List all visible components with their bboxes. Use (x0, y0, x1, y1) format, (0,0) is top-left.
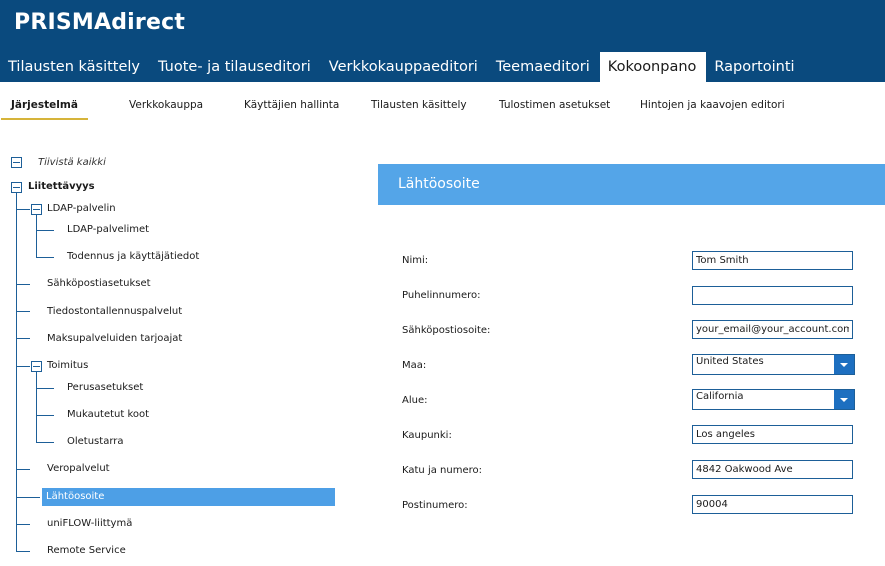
tree-item-file-storage[interactable]: Tiedostontallennuspalvelut (47, 305, 182, 319)
main-nav: Tilausten käsittely Tuote- ja tilausedit… (0, 52, 805, 82)
panel-title: Lähtöosoite (398, 176, 480, 192)
tree-line (36, 371, 37, 443)
region-label: Alue: (402, 395, 428, 406)
tree-item-custom-sizes[interactable]: Mukautetut koot (67, 408, 149, 422)
city-field[interactable] (692, 425, 853, 444)
tree-item-tax-services[interactable]: Veropalvelut (47, 462, 110, 476)
tree-line (36, 214, 37, 258)
street-field[interactable] (692, 460, 853, 479)
tree-line (16, 338, 30, 339)
tree-item-basic-settings[interactable]: Perusasetukset (67, 381, 143, 395)
tab-reporting[interactable]: Raportointi (706, 52, 804, 82)
subtab-order-processing[interactable]: Tilausten käsittely (371, 82, 467, 118)
tree-item-ldap-servers[interactable]: LDAP-palvelimet (67, 223, 149, 237)
phone-label: Puhelinnumero: (402, 290, 481, 301)
phone-field[interactable] (692, 286, 853, 305)
tab-configuration[interactable]: Kokoonpano (599, 52, 707, 82)
app-header: PRISMAdirect Tilausten käsittely Tuote- … (0, 0, 885, 82)
tab-webshop-editor[interactable]: Verkkokauppaeditori (321, 52, 488, 82)
brand-logo: PRISMAdirect (14, 10, 186, 35)
name-label: Nimi: (402, 255, 429, 266)
region-select[interactable]: California (692, 389, 855, 410)
tree-line (36, 230, 54, 231)
postal-label: Postinumero: (402, 500, 468, 511)
country-select[interactable]: United States (692, 354, 855, 375)
country-select-value: United States (696, 356, 764, 367)
tree-item-origin-address[interactable]: Lähtöosoite (46, 490, 104, 504)
email-label: Sähköpostiosoite: (402, 325, 491, 336)
tree-item-payment-providers[interactable]: Maksupalveluiden tarjoajat (47, 332, 182, 346)
tab-theme-editor[interactable]: Teemaeditori (488, 52, 600, 82)
sub-nav: Järjestelmä Verkkokauppa Käyttäjien hall… (0, 82, 885, 120)
tree-line (36, 388, 54, 389)
tab-product-order-editor[interactable]: Tuote- ja tilauseditori (150, 52, 321, 82)
collapse-toimitus-icon[interactable] (31, 361, 42, 372)
postal-field[interactable] (692, 495, 853, 514)
subtab-printer-settings[interactable]: Tulostimen asetukset (499, 82, 610, 118)
settings-tree: Tiivistä kaikki Liitettävyys LDAP-palvel… (0, 150, 345, 566)
tree-item-email-settings[interactable]: Sähköpostiasetukset (47, 277, 151, 291)
tree-line (16, 497, 40, 498)
tree-line (16, 551, 30, 552)
name-field[interactable] (692, 251, 853, 270)
collapse-liitettavyys-icon[interactable] (11, 182, 22, 193)
subtab-system[interactable]: Järjestelmä (1, 82, 88, 120)
tab-order-processing[interactable]: Tilausten käsittely (0, 52, 150, 82)
tree-item-liitettavyys[interactable]: Liitettävyys (28, 180, 95, 194)
collapse-ldap-icon[interactable] (31, 204, 42, 215)
tree-line (16, 524, 30, 525)
tree-item-authentication[interactable]: Todennus ja käyttäjätiedot (67, 250, 199, 264)
tree-line (16, 311, 30, 312)
panel-header: Lähtöosoite (378, 164, 885, 205)
tree-line (36, 442, 54, 443)
tree-line (16, 469, 30, 470)
chevron-down-icon[interactable] (834, 355, 854, 374)
tree-line (16, 209, 30, 210)
tree-line (16, 366, 30, 367)
tree-line (36, 415, 54, 416)
region-select-value: California (696, 391, 744, 402)
subtab-price-formula-editor[interactable]: Hintojen ja kaavojen editori (640, 82, 785, 118)
tree-item-delivery[interactable]: Toimitus (47, 359, 88, 373)
tree-item-ldap-server[interactable]: LDAP-palvelin (47, 202, 116, 216)
tree-collapse-all[interactable]: Tiivistä kaikki (38, 156, 106, 170)
tree-item-uniflow[interactable]: uniFLOW-liittymä (47, 517, 132, 531)
subtab-user-management[interactable]: Käyttäjien hallinta (244, 82, 339, 118)
street-label: Katu ja numero: (402, 465, 482, 476)
tree-item-default-label[interactable]: Oletustarra (67, 435, 124, 449)
tree-line (16, 192, 17, 552)
tree-line (36, 257, 54, 258)
country-label: Maa: (402, 360, 427, 371)
email-field[interactable] (692, 320, 853, 339)
subtab-webshop[interactable]: Verkkokauppa (129, 82, 203, 118)
collapse-all-icon[interactable] (11, 157, 22, 168)
tree-item-remote-service[interactable]: Remote Service (47, 544, 126, 558)
chevron-down-icon[interactable] (834, 390, 854, 409)
tree-line (16, 284, 30, 285)
city-label: Kaupunki: (402, 430, 452, 441)
